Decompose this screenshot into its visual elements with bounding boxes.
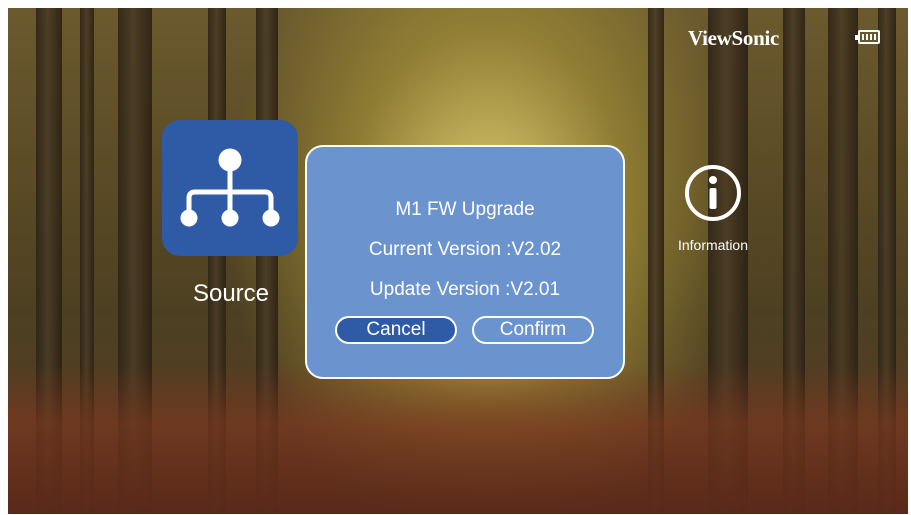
info-circle-icon[interactable] [684, 164, 742, 222]
home-screen: ViewSonic Source Information M1 FW Upgra… [8, 8, 908, 514]
source-app-tile[interactable] [162, 120, 298, 256]
update-version-text: Update Version :V2.01 [369, 279, 561, 300]
forest-ground [8, 364, 908, 514]
fw-upgrade-dialog: M1 FW Upgrade Current Version :V2.02 Upd… [305, 145, 625, 379]
dialog-title: M1 FW Upgrade [395, 199, 535, 220]
battery-icon [855, 30, 880, 44]
confirm-button[interactable]: Confirm [472, 316, 594, 344]
source-app-label: Source [192, 280, 270, 307]
brand-logo: ViewSonic [688, 26, 780, 50]
current-version-text: Current Version :V2.02 [368, 239, 562, 260]
source-network-icon [180, 148, 280, 227]
information-app-label: Information [677, 237, 749, 253]
cancel-button[interactable]: Cancel [335, 316, 457, 344]
